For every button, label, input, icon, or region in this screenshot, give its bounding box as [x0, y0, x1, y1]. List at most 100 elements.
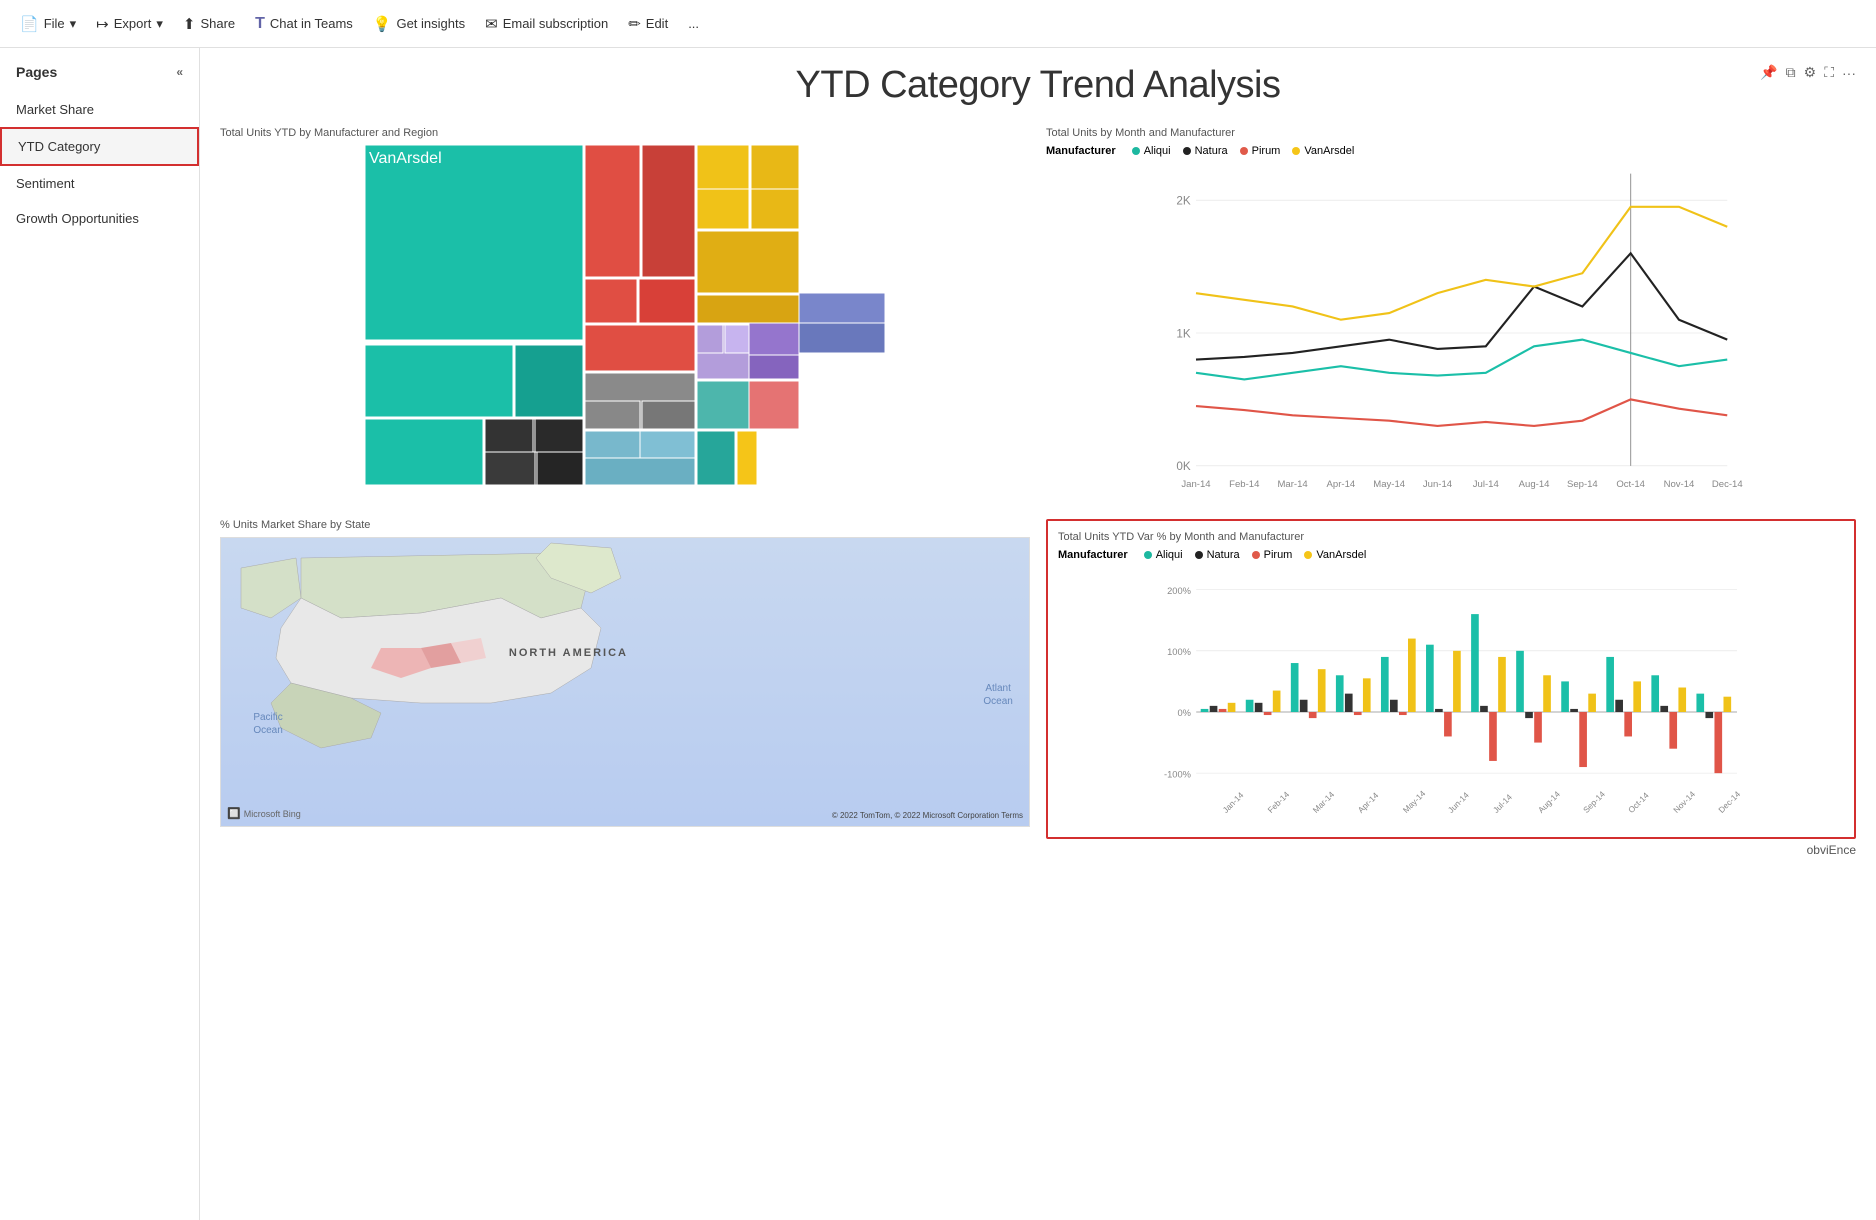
- get-insights-label: Get insights: [396, 16, 465, 31]
- svg-text:Jul-14: Jul-14: [1491, 792, 1514, 815]
- legend-dot: [1132, 147, 1140, 155]
- map-copyright: © 2022 TomTom, © 2022 Microsoft Corporat…: [832, 811, 1023, 820]
- legend-item: Pirum: [1240, 145, 1281, 157]
- bar-chart-container: Total Units YTD Var % by Month and Manuf…: [1046, 519, 1856, 839]
- filter-icon[interactable]: ⚙: [1804, 64, 1817, 81]
- share-button[interactable]: ⬆ Share: [175, 11, 243, 37]
- svg-text:Feb-14: Feb-14: [1265, 789, 1291, 815]
- map-title: % Units Market Share by State: [220, 519, 1030, 531]
- map-container: % Units Market Share by State: [220, 519, 1030, 839]
- email-subscription-button[interactable]: ✉ Email subscription: [477, 11, 616, 37]
- content-toolbar-icons: 📌 ⧉ ⚙ ⛶ ···: [1760, 64, 1856, 81]
- legend-item: VanArsdel: [1292, 145, 1354, 157]
- svg-text:0K: 0K: [1176, 460, 1190, 473]
- treemap-svg: VanArsdelCentralWestEastCentralEastWestA…: [220, 145, 1030, 485]
- sidebar-item-market-share[interactable]: Market Share: [0, 92, 199, 127]
- pin-icon[interactable]: 📌: [1760, 64, 1777, 81]
- legend-item: Aliqui: [1132, 145, 1171, 157]
- svg-text:Mar-14: Mar-14: [1277, 479, 1308, 490]
- svg-text:Jan-14: Jan-14: [1220, 790, 1245, 815]
- legend-dot: [1252, 551, 1260, 559]
- legend-dot: [1240, 147, 1248, 155]
- line-chart-area[interactable]: 2K1K0KJan-14Feb-14Mar-14Apr-14May-14Jun-…: [1046, 163, 1856, 503]
- line-chart-title: Total Units by Month and Manufacturer: [1046, 127, 1856, 139]
- main-layout: Pages « Market Share YTD Category Sentim…: [0, 48, 1876, 1220]
- edit-button[interactable]: ✏ Edit: [620, 11, 676, 37]
- map-chart[interactable]: NORTH AMERICA PacificOcean AtlantOcean 🔲…: [220, 537, 1030, 827]
- bar-chart-legend: Manufacturer Aliqui Natura Pirum VanArsdel: [1058, 549, 1844, 561]
- treemap-container: Total Units YTD by Manufacturer and Regi…: [220, 127, 1030, 503]
- legend-item: Pirum: [1252, 549, 1293, 561]
- chat-in-teams-button[interactable]: T Chat in Teams: [247, 11, 361, 37]
- legend-label: Natura: [1195, 145, 1228, 157]
- svg-text:Dec-14: Dec-14: [1712, 479, 1743, 490]
- legend-label: Natura: [1207, 549, 1240, 561]
- svg-text:Jun-14: Jun-14: [1446, 790, 1471, 815]
- file-button[interactable]: 📄 File ▾: [12, 11, 84, 37]
- bar-chart-title: Total Units YTD Var % by Month and Manuf…: [1058, 531, 1844, 543]
- svg-text:Jan-14: Jan-14: [1181, 479, 1211, 490]
- legend-item: Natura: [1183, 145, 1228, 157]
- bing-logo-icon: 🔲: [227, 807, 241, 820]
- legend-label: Pirum: [1252, 145, 1281, 157]
- toolbar: 📄 File ▾ ↦ Export ▾ ⬆ Share T Chat in Te…: [0, 0, 1876, 48]
- legend-dot: [1304, 551, 1312, 559]
- legend-manufacturer-label: Manufacturer: [1058, 549, 1128, 561]
- legend-dot: [1292, 147, 1300, 155]
- svg-text:Mar-14: Mar-14: [1311, 789, 1337, 815]
- share-icon: ⬆: [183, 15, 196, 33]
- svg-text:1K: 1K: [1176, 327, 1190, 340]
- sidebar-header: Pages «: [0, 60, 199, 92]
- legend-item: Natura: [1195, 549, 1240, 561]
- get-insights-button[interactable]: 💡 Get insights: [365, 11, 473, 37]
- edit-icon: ✏: [628, 15, 641, 33]
- legend-item: VanArsdel: [1304, 549, 1366, 561]
- bar-chart-area[interactable]: 200%100%0%-100%Jan-14Feb-14Mar-14Apr-14M…: [1058, 567, 1844, 827]
- line-chart-svg: 2K1K0KJan-14Feb-14Mar-14Apr-14May-14Jun-…: [1046, 163, 1856, 503]
- svg-text:Sep-14: Sep-14: [1581, 789, 1607, 815]
- content-area: 📌 ⧉ ⚙ ⛶ ··· YTD Category Trend Analysis …: [200, 48, 1876, 1220]
- legend-dot: [1183, 147, 1191, 155]
- svg-text:Nov-14: Nov-14: [1671, 789, 1697, 815]
- svg-text:May-14: May-14: [1373, 479, 1406, 490]
- treemap-title: Total Units YTD by Manufacturer and Regi…: [220, 127, 1030, 139]
- map-svg: [221, 538, 1029, 826]
- ellipsis-icon[interactable]: ···: [1842, 65, 1856, 81]
- sidebar-item-sentiment[interactable]: Sentiment: [0, 166, 199, 201]
- svg-text:-100%: -100%: [1164, 769, 1191, 779]
- sidebar-item-ytd-category[interactable]: YTD Category: [0, 127, 199, 166]
- pacific-ocean-label: PacificOcean: [253, 711, 282, 737]
- sidebar-title: Pages: [16, 64, 57, 80]
- sidebar: Pages « Market Share YTD Category Sentim…: [0, 48, 200, 1220]
- share-label: Share: [200, 16, 235, 31]
- page-title: YTD Category Trend Analysis: [220, 64, 1856, 107]
- more-button[interactable]: ...: [680, 12, 707, 35]
- bar-chart-svg: 200%100%0%-100%Jan-14Feb-14Mar-14Apr-14M…: [1058, 567, 1844, 827]
- atlantic-ocean-label: AtlantOcean: [983, 682, 1012, 708]
- svg-text:2K: 2K: [1176, 194, 1190, 207]
- export-button[interactable]: ↦ Export ▾: [88, 11, 171, 37]
- svg-text:VanArsdel: VanArsdel: [369, 150, 442, 167]
- svg-text:200%: 200%: [1167, 586, 1191, 596]
- legend-dot: [1144, 551, 1152, 559]
- copy-icon[interactable]: ⧉: [1786, 64, 1796, 81]
- file-chevron: ▾: [70, 16, 77, 32]
- export-label: Export: [114, 16, 152, 31]
- charts-top-row: Total Units YTD by Manufacturer and Regi…: [220, 127, 1856, 503]
- treemap-chart[interactable]: VanArsdelCentralWestEastCentralEastWestA…: [220, 145, 1030, 485]
- svg-text:Jul-14: Jul-14: [1473, 479, 1500, 490]
- legend-label: VanArsdel: [1316, 549, 1366, 561]
- legend-label: Aliqui: [1156, 549, 1183, 561]
- insights-icon: 💡: [373, 15, 392, 33]
- svg-text:100%: 100%: [1167, 647, 1191, 657]
- sidebar-collapse-button[interactable]: «: [176, 65, 183, 79]
- legend-dot: [1195, 551, 1203, 559]
- svg-text:Apr-14: Apr-14: [1356, 790, 1381, 815]
- svg-text:May-14: May-14: [1401, 788, 1428, 815]
- file-icon: 📄: [20, 15, 39, 33]
- legend-label: VanArsdel: [1304, 145, 1354, 157]
- fullscreen-icon[interactable]: ⛶: [1824, 64, 1834, 81]
- sidebar-item-growth-opportunities[interactable]: Growth Opportunities: [0, 201, 199, 236]
- legend-label: Aliqui: [1144, 145, 1171, 157]
- bing-label: Microsoft Bing: [244, 809, 301, 819]
